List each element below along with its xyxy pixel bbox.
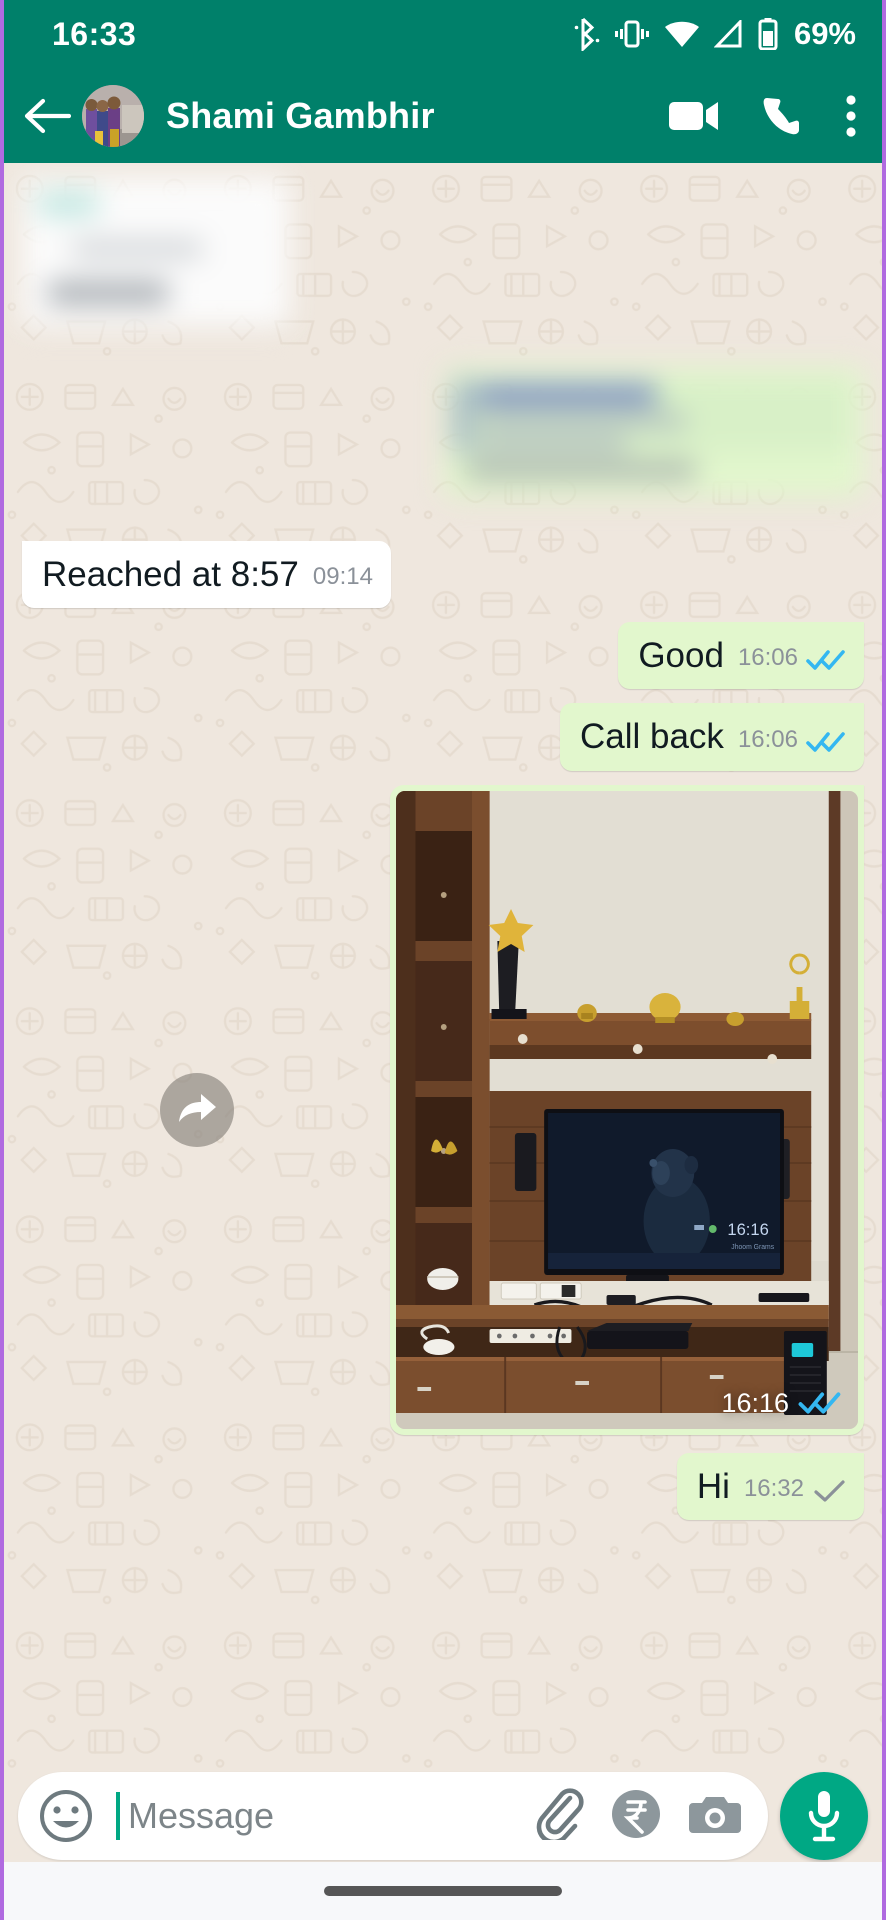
status-bar: 16:33 69% bbox=[4, 0, 882, 68]
app-bar-actions bbox=[668, 94, 858, 138]
camera-button[interactable] bbox=[688, 1791, 742, 1842]
message-input-container[interactable]: Message bbox=[18, 1772, 768, 1860]
video-camera-icon bbox=[669, 101, 718, 130]
message-text: Call back bbox=[579, 717, 724, 757]
read-receipt-double-check-icon bbox=[798, 1392, 841, 1414]
wifi-icon bbox=[664, 21, 699, 47]
message-composer: Message bbox=[4, 1770, 882, 1862]
overflow-menu-icon bbox=[846, 94, 856, 137]
cellular-signal-icon bbox=[713, 20, 742, 48]
rupee-payment-icon bbox=[612, 1789, 660, 1838]
message-text: Reached at 8:57 bbox=[42, 555, 299, 594]
battery-icon bbox=[758, 18, 778, 50]
status-clock: 16:33 bbox=[52, 15, 137, 52]
bluetooth-icon bbox=[574, 17, 600, 51]
blurred-incoming-message[interactable] bbox=[22, 177, 290, 327]
avatar[interactable] bbox=[82, 84, 144, 147]
message-text: Hi bbox=[696, 1466, 730, 1506]
page-title[interactable]: Shami Gambhir bbox=[166, 95, 435, 137]
message-time: 16:32 bbox=[743, 1474, 804, 1502]
message-row[interactable]: 16:16 Jhoom Grams 16:16 bbox=[22, 784, 864, 1435]
svg-text:16:16: 16:16 bbox=[727, 1219, 768, 1238]
outgoing-message-bubble[interactable]: Hi 16:32 bbox=[676, 1452, 864, 1520]
paperclip-icon bbox=[536, 1787, 584, 1844]
message-meta: 16:16 bbox=[721, 1388, 842, 1419]
emoji-button[interactable] bbox=[38, 1788, 94, 1844]
message-row[interactable]: Hi 16:32 bbox=[22, 1452, 864, 1520]
read-receipt-double-check-icon bbox=[806, 650, 845, 671]
message-row[interactable] bbox=[22, 177, 864, 327]
forward-message-button[interactable] bbox=[160, 1072, 234, 1147]
image-message-bubble[interactable]: 16:16 Jhoom Grams 16:16 bbox=[390, 784, 864, 1435]
read-receipt-double-check-icon bbox=[806, 731, 845, 752]
attach-button[interactable] bbox=[534, 1787, 584, 1845]
home-gesture-pill[interactable] bbox=[324, 1886, 562, 1896]
message-meta: 16:06 bbox=[738, 644, 846, 675]
payment-button[interactable] bbox=[610, 1788, 662, 1845]
contact-avatar-image bbox=[82, 84, 144, 147]
message-row[interactable]: Good 16:06 bbox=[22, 622, 864, 690]
message-list[interactable]: Reached at 8:57 09:14 Good 16:06 Call ba… bbox=[4, 163, 882, 1770]
emoji-smiley-icon bbox=[40, 1790, 92, 1842]
svg-text:Jhoom Grams: Jhoom Grams bbox=[731, 1243, 774, 1250]
voice-record-button[interactable] bbox=[780, 1772, 868, 1860]
message-meta: 16:32 bbox=[744, 1475, 846, 1506]
message-meta: 09:14 bbox=[313, 563, 373, 594]
message-row[interactable]: Call back 16:06 bbox=[22, 703, 864, 771]
camera-icon bbox=[689, 1796, 741, 1833]
phone-icon bbox=[763, 97, 799, 134]
outgoing-message-bubble[interactable]: Call back 16:06 bbox=[559, 703, 864, 771]
video-call-button[interactable] bbox=[668, 98, 720, 134]
back-arrow-icon bbox=[24, 98, 71, 133]
vibrate-icon bbox=[614, 20, 649, 48]
chat-app-bar: Shami Gambhir bbox=[4, 68, 882, 163]
back-button[interactable] bbox=[14, 83, 80, 149]
microphone-icon bbox=[808, 1791, 840, 1842]
sent-receipt-single-check-icon bbox=[814, 1480, 845, 1502]
status-icons: 69% bbox=[574, 16, 856, 52]
message-input[interactable]: Message bbox=[128, 1795, 512, 1837]
message-row[interactable]: Reached at 8:57 09:14 bbox=[22, 541, 864, 609]
system-navigation-bar bbox=[4, 1862, 882, 1920]
voice-call-button[interactable] bbox=[762, 95, 802, 137]
message-time: 09:14 bbox=[312, 563, 373, 591]
message-time: 16:16 bbox=[721, 1387, 789, 1418]
message-photo[interactable]: 16:16 Jhoom Grams 16:16 bbox=[396, 790, 858, 1429]
whatsapp-chat-screen: 16:33 69% Shami Gambhir Reached at 8:57 … bbox=[0, 0, 886, 1920]
message-time: 16:06 bbox=[737, 725, 798, 753]
text-cursor bbox=[116, 1792, 120, 1840]
message-time: 16:06 bbox=[737, 644, 798, 672]
message-row[interactable] bbox=[22, 367, 864, 497]
message-meta: 16:06 bbox=[738, 726, 846, 757]
tv-wall-unit-photo: 16:16 Jhoom Grams bbox=[396, 790, 858, 1429]
message-text: Good bbox=[638, 636, 724, 676]
incoming-message-bubble[interactable]: Reached at 8:57 09:14 bbox=[22, 541, 391, 609]
outgoing-message-bubble[interactable]: Good 16:06 bbox=[618, 622, 864, 690]
blurred-outgoing-message[interactable] bbox=[444, 367, 864, 497]
battery-percent: 69% bbox=[793, 16, 856, 51]
forward-arrow-icon bbox=[179, 1093, 216, 1122]
more-options-button[interactable] bbox=[844, 94, 858, 138]
composer-icons bbox=[534, 1787, 742, 1845]
